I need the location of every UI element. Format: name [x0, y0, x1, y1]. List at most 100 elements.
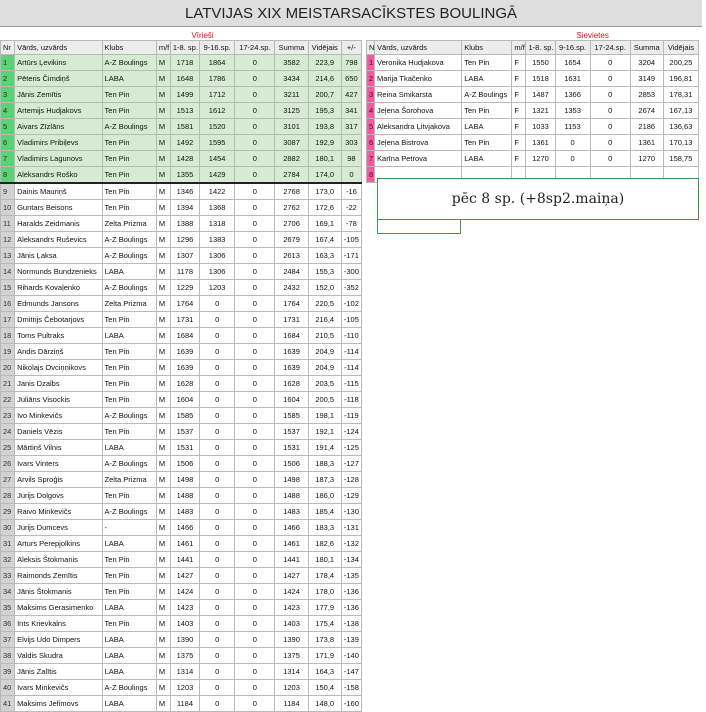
value-cell[interactable]: 0 — [234, 631, 276, 648]
value-cell[interactable]: 1531 — [169, 439, 201, 456]
value-cell[interactable]: 1306 — [199, 263, 236, 280]
value-cell[interactable]: 1487 — [525, 86, 556, 103]
value-cell[interactable]: 167,4 — [307, 231, 342, 248]
value-cell[interactable]: 3087 — [274, 134, 309, 151]
name-cell[interactable]: Ivars Vinters — [14, 455, 103, 472]
value-cell[interactable]: 1454 — [199, 150, 236, 167]
value-cell[interactable]: F — [511, 102, 527, 119]
value-cell[interactable]: 1203 — [169, 679, 201, 696]
club-cell[interactable]: Ten Pin — [101, 86, 157, 103]
selected-cell[interactable] — [377, 219, 461, 234]
name-cell[interactable]: Juliāns Visockis — [14, 391, 103, 408]
value-cell[interactable]: 1499 — [169, 86, 201, 103]
value-cell[interactable]: 1718 — [169, 54, 201, 71]
name-cell[interactable]: Jurijs Dumcevs — [14, 519, 103, 536]
value-cell[interactable]: 0 — [234, 118, 276, 135]
name-cell[interactable]: Marija Tkačenko — [374, 70, 463, 87]
name-cell[interactable]: Rihards Kovaļenko — [14, 279, 103, 296]
value-cell[interactable]: 216,4 — [307, 311, 342, 328]
value-cell[interactable]: M — [155, 487, 171, 504]
value-cell[interactable]: 2679 — [274, 231, 309, 248]
value-cell[interactable]: 155,3 — [307, 263, 342, 280]
value-cell[interactable]: -130 — [340, 503, 363, 520]
name-cell[interactable]: Janis Dzalbs — [14, 375, 103, 392]
value-cell[interactable]: 0 — [199, 551, 236, 568]
value-cell[interactable]: 1520 — [199, 118, 236, 135]
value-cell[interactable]: M — [155, 263, 171, 280]
name-cell[interactable]: Ints Krievkalns — [14, 615, 103, 632]
club-cell[interactable]: Ten Pin — [101, 182, 157, 200]
value-cell[interactable]: 0 — [199, 615, 236, 632]
rank-cell[interactable]: 11 — [0, 215, 16, 232]
value-cell[interactable]: 210,5 — [307, 327, 342, 344]
club-cell[interactable]: Ten Pin — [101, 567, 157, 584]
value-cell[interactable]: 2484 — [274, 263, 309, 280]
value-cell[interactable]: 1153 — [554, 118, 591, 135]
club-cell[interactable]: A-Z Boulings — [461, 86, 513, 103]
rank-cell[interactable]: 16 — [0, 295, 16, 312]
value-cell[interactable]: 1537 — [169, 423, 201, 440]
name-cell[interactable]: Andis Dārziņš — [14, 343, 103, 360]
value-cell[interactable]: 192,9 — [307, 134, 342, 151]
value-cell[interactable]: 196,81 — [662, 70, 700, 87]
value-cell[interactable]: 1684 — [169, 327, 201, 344]
rank-cell[interactable]: 8 — [0, 166, 16, 184]
value-cell[interactable]: -102 — [340, 295, 363, 312]
value-cell[interactable]: 0 — [234, 487, 276, 504]
value-cell[interactable]: 174,0 — [307, 166, 342, 184]
value-cell[interactable]: 178,0 — [307, 583, 342, 600]
club-cell[interactable]: LABA — [101, 631, 157, 648]
value-cell[interactable]: M — [155, 503, 171, 520]
rank-cell[interactable]: 31 — [0, 535, 16, 552]
value-cell[interactable]: 0 — [234, 679, 276, 696]
value-cell[interactable]: 0 — [199, 343, 236, 360]
value-cell[interactable]: 1422 — [199, 182, 236, 200]
value-cell[interactable]: 0 — [234, 695, 276, 712]
value-cell[interactable]: 2674 — [629, 102, 664, 119]
value-cell[interactable]: 1318 — [199, 215, 236, 232]
name-cell[interactable]: Jeļena Bistrova — [374, 134, 463, 151]
value-cell[interactable]: M — [155, 471, 171, 488]
value-cell[interactable]: -128 — [340, 471, 363, 488]
value-cell[interactable]: -16 — [340, 182, 363, 200]
club-cell[interactable]: Ten Pin — [461, 134, 513, 151]
value-cell[interactable]: 1403 — [274, 615, 309, 632]
value-cell[interactable]: 178,4 — [307, 567, 342, 584]
value-cell[interactable]: 1483 — [274, 503, 309, 520]
value-cell[interactable]: 0 — [234, 86, 276, 103]
value-cell[interactable]: 180,1 — [307, 551, 342, 568]
value-cell[interactable]: 0 — [199, 487, 236, 504]
rank-cell[interactable]: 19 — [0, 343, 16, 360]
name-cell[interactable]: Karīna Petrova — [374, 150, 463, 167]
value-cell[interactable]: 0 — [199, 423, 236, 440]
value-cell[interactable]: 2768 — [274, 182, 309, 200]
value-cell[interactable]: F — [511, 150, 527, 167]
value-cell[interactable]: 220,5 — [307, 295, 342, 312]
value-cell[interactable]: M — [155, 247, 171, 264]
rank-cell[interactable]: 4 — [0, 102, 16, 119]
rank-cell[interactable]: 13 — [0, 247, 16, 264]
value-cell[interactable]: 1390 — [169, 631, 201, 648]
value-cell[interactable]: -160 — [340, 695, 363, 712]
value-cell[interactable]: 0 — [234, 519, 276, 536]
value-cell[interactable]: 0 — [199, 519, 236, 536]
club-cell[interactable]: Zelta Prizma — [101, 215, 157, 232]
value-cell[interactable]: 0 — [554, 150, 591, 167]
club-cell[interactable]: Ten Pin — [101, 311, 157, 328]
name-cell[interactable]: Guntars Beisons — [14, 199, 103, 216]
value-cell[interactable]: -110 — [340, 327, 363, 344]
value-cell[interactable]: 1604 — [274, 391, 309, 408]
rank-cell[interactable]: 23 — [0, 407, 16, 424]
value-cell[interactable]: 1483 — [169, 503, 201, 520]
value-cell[interactable]: 175,4 — [307, 615, 342, 632]
rank-cell[interactable]: 36 — [0, 615, 16, 632]
club-cell[interactable]: Ten Pin — [101, 166, 157, 184]
value-cell[interactable]: 0 — [554, 134, 591, 151]
rank-cell[interactable]: 5 — [365, 118, 376, 135]
value-cell[interactable]: M — [155, 118, 171, 135]
value-cell[interactable]: M — [155, 615, 171, 632]
value-cell[interactable]: M — [155, 679, 171, 696]
name-cell[interactable]: Raimonds Zemītis — [14, 567, 103, 584]
value-cell[interactable]: 1270 — [629, 150, 664, 167]
value-cell[interactable]: 3149 — [629, 70, 664, 87]
